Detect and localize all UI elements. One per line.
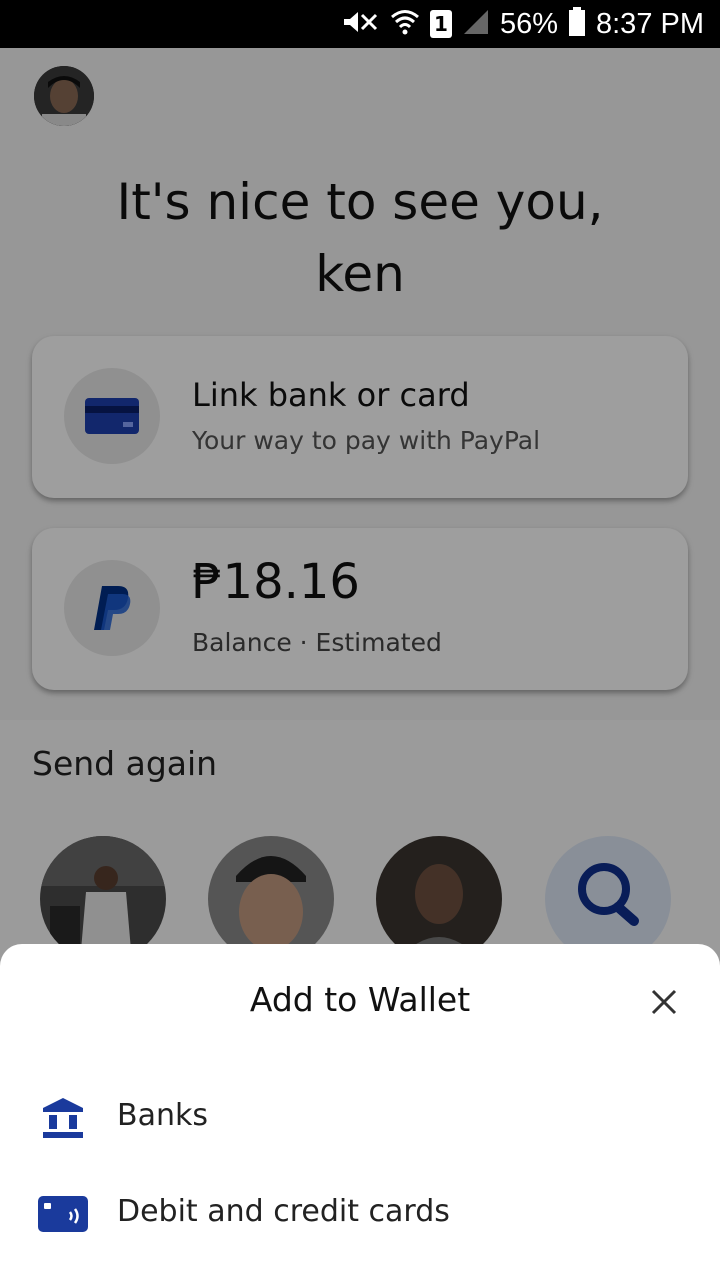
sim-icon: 1 (429, 10, 452, 38)
card-icon (38, 1192, 88, 1236)
cards-label: Debit and credit cards (117, 1194, 450, 1229)
banks-label: Banks (117, 1098, 208, 1133)
signal-icon (462, 8, 490, 40)
battery-percent: 56% (499, 7, 558, 40)
cards-option[interactable]: Debit and credit cards (0, 1172, 720, 1252)
close-icon (651, 989, 677, 1019)
add-to-wallet-sheet: Add to Wallet Banks Debit and credit car… (0, 944, 720, 1280)
sim-slot-label: 1 (433, 12, 448, 36)
close-button[interactable] (640, 980, 688, 1028)
status-bar: 1 56% 8:37 PM (0, 0, 720, 48)
sheet-title: Add to Wallet (249, 980, 471, 1019)
battery-icon (568, 7, 586, 41)
clock: 8:37 PM (596, 7, 704, 40)
banks-option[interactable]: Banks (0, 1076, 720, 1156)
mute-icon (340, 7, 380, 41)
bank-icon (38, 1096, 88, 1140)
wifi-icon (390, 7, 420, 41)
